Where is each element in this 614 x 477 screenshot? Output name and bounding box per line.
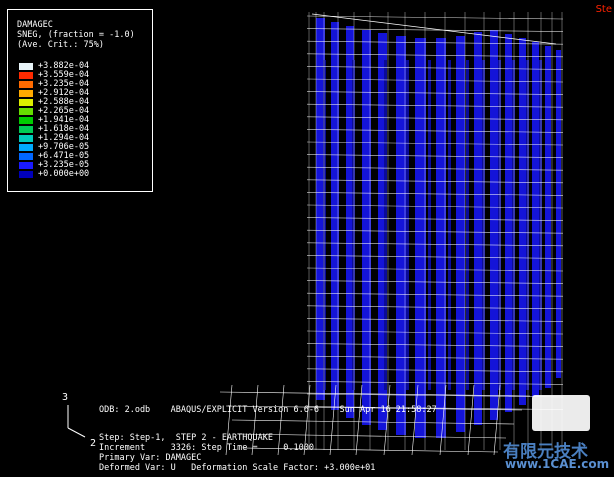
column-bar: [428, 60, 431, 390]
column-bar: [474, 32, 482, 425]
legend-swatch: [18, 80, 34, 89]
legend-swatch: [18, 170, 34, 179]
legend-swatch: [18, 89, 34, 98]
legend-swatch: [18, 71, 34, 80]
column-bar: [448, 60, 451, 390]
column-bar: [539, 60, 542, 390]
column-bar: [545, 46, 551, 388]
building-frame-model: [219, 12, 564, 456]
legend-swatch: [18, 98, 34, 107]
column-bar: [323, 60, 326, 390]
column-bar: [436, 38, 446, 438]
column-bar: [362, 30, 371, 425]
legend-swatch: [18, 107, 34, 116]
column-bar: [498, 60, 501, 390]
legend-averaging: (Ave. Crit.: 75%): [17, 40, 104, 50]
orientation-triad: [67, 405, 86, 438]
column-bar: [352, 60, 355, 390]
column-bar: [396, 36, 406, 435]
legend-swatch: [18, 161, 34, 170]
column-bar: [466, 60, 469, 390]
legend-title: DAMAGEC: [17, 20, 53, 30]
increment-info: Increment 3326: Step Time = 0.1000: [99, 443, 314, 453]
contour-legend: DAMAGEC SNEG, (fraction = -1.0) (Ave. Cr…: [7, 9, 153, 192]
odb-info: ODB: 2.odb ABAQUS/EXPLICIT Version 6.6-6…: [99, 405, 437, 415]
column-bar: [384, 60, 387, 390]
legend-swatch: [18, 152, 34, 161]
legend-swatch: [18, 116, 34, 125]
column-bar: [519, 38, 526, 405]
column-bar: [406, 60, 409, 390]
base-frame-line: [219, 391, 531, 397]
legend-value: +0.000e+00: [38, 169, 90, 179]
base-frame-line: [355, 384, 363, 456]
floor-line: [306, 15, 564, 20]
primary-var-info: Primary Var: DAMAGEC: [99, 453, 202, 463]
column-bar: [415, 38, 426, 438]
column-bar: [482, 60, 485, 390]
base-frame-line: [231, 419, 515, 425]
deformed-var-info: Deformed Var: U Deformation Scale Factor…: [99, 463, 376, 473]
base-frame-line: [237, 433, 507, 439]
column-bar: [526, 60, 529, 390]
triad-axis-3-label: 3: [62, 392, 69, 403]
column-bar: [456, 36, 465, 432]
legend-subtitle: SNEG, (fraction = -1.0): [17, 30, 135, 40]
step-info: Step: Step-1, STEP 2 - EARTHQUAKE: [99, 433, 273, 443]
watermark-logo: [532, 395, 590, 431]
column-bar: [505, 34, 512, 412]
corner-partial-label: Ste: [595, 4, 612, 15]
column-bar: [512, 60, 515, 390]
legend-swatch: [18, 62, 34, 71]
legend-swatch: [18, 125, 34, 134]
watermark-url: www.1CAE.com: [505, 457, 610, 471]
legend-swatch: [18, 134, 34, 143]
legend-swatch: [18, 143, 34, 152]
column-bar: [532, 42, 539, 397]
column-bar: [490, 30, 498, 420]
triad-axis-2-label: 2: [90, 438, 97, 449]
column-bar: [556, 50, 561, 378]
